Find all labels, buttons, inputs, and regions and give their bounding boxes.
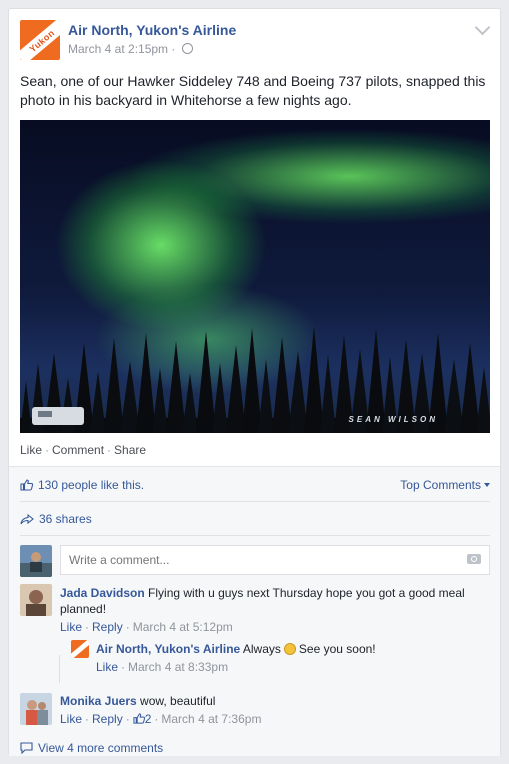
reply-comment: Air North, Yukon's Airline Always See you… bbox=[96, 641, 490, 675]
like-button[interactable]: Like bbox=[20, 443, 42, 457]
comment-likes[interactable]: 2 bbox=[133, 712, 152, 726]
reply-page-avatar[interactable] bbox=[71, 640, 89, 658]
reply-text-after: See you soon! bbox=[298, 642, 376, 656]
comment-reply-button[interactable]: Reply bbox=[92, 712, 123, 726]
reply-like-button[interactable]: Like bbox=[96, 660, 118, 674]
post-meta: March 4 at 2:15pm · bbox=[68, 42, 193, 56]
action-separator: · bbox=[125, 620, 130, 634]
comment-reply-button[interactable]: Reply bbox=[92, 620, 123, 634]
avatar-ribbon bbox=[71, 640, 89, 658]
reply-author-link[interactable]: Air North, Yukon's Airline bbox=[96, 642, 240, 656]
divider bbox=[20, 535, 490, 536]
action-separator: · bbox=[154, 712, 159, 726]
likes-count-link[interactable]: 130 people like this. bbox=[38, 478, 144, 492]
comment-author-link[interactable]: Monika Juers bbox=[60, 694, 137, 708]
comment-actions: Like · Reply · 2 · March 4 at 7:36pm bbox=[60, 711, 490, 727]
post-header: Yukon Air North, Yukon's Airline March 4… bbox=[20, 19, 491, 64]
top-comments-dropdown[interactable]: Top Comments bbox=[400, 478, 490, 492]
reply-timestamp[interactable]: March 4 at 8:33pm bbox=[128, 660, 228, 674]
comment-author-link[interactable]: Jada Davidson bbox=[60, 586, 145, 600]
likes-row: 130 people like this. Top Comments bbox=[20, 478, 490, 494]
meta-separator: · bbox=[171, 42, 176, 56]
post-actions: Like · Comment · Share bbox=[20, 443, 146, 457]
page-name-link[interactable]: Air North, Yukon's Airline bbox=[68, 22, 236, 38]
comment-input[interactable] bbox=[61, 546, 467, 574]
comment-timestamp[interactable]: March 4 at 5:12pm bbox=[133, 620, 233, 634]
share-button[interactable]: Share bbox=[114, 443, 146, 457]
photo-watermark: SEAN WILSON bbox=[348, 415, 438, 424]
chevron-down-icon[interactable] bbox=[474, 19, 491, 36]
view-more-comments-link[interactable]: View 4 more comments bbox=[20, 741, 163, 757]
thumbs-up-icon bbox=[133, 713, 145, 724]
comment-bubble-icon bbox=[20, 742, 33, 757]
comment-like-button[interactable]: Like bbox=[60, 712, 82, 726]
shares-count-link[interactable]: 36 shares bbox=[39, 512, 92, 526]
reply-indent-line bbox=[59, 655, 60, 683]
comment-text: wow, beautiful bbox=[140, 694, 216, 708]
globe-icon bbox=[181, 43, 193, 54]
reply-text-before: Always bbox=[242, 642, 281, 656]
comment-button[interactable]: Comment bbox=[52, 443, 104, 457]
page-avatar[interactable]: Yukon bbox=[20, 20, 60, 60]
post-photo[interactable]: SEAN WILSON bbox=[20, 120, 490, 433]
page-logo: Yukon bbox=[20, 20, 60, 60]
comment-input-box bbox=[60, 545, 490, 575]
post-text: Sean, one of our Hawker Siddeley 748 and… bbox=[20, 73, 486, 108]
comment-actions: Like · Reply · March 4 at 5:12pm bbox=[60, 619, 490, 635]
divider bbox=[20, 501, 490, 502]
action-separator: · bbox=[85, 712, 90, 726]
camera-icon[interactable] bbox=[467, 554, 481, 564]
comment-like-button[interactable]: Like bbox=[60, 620, 82, 634]
view-more-label: View 4 more comments bbox=[38, 741, 164, 755]
current-user-avatar[interactable] bbox=[20, 545, 52, 577]
comment: Jada Davidson Flying with u guys next Th… bbox=[60, 585, 490, 635]
comment-like-count: 2 bbox=[144, 712, 152, 726]
action-separator: · bbox=[125, 712, 130, 726]
comment: Monika Juers wow, beautiful Like · Reply · 2… bbox=[60, 693, 490, 727]
action-separator: · bbox=[45, 443, 50, 457]
action-separator: · bbox=[107, 443, 112, 457]
caret-down-icon bbox=[484, 483, 490, 487]
action-separator: · bbox=[121, 660, 126, 674]
comment-timestamp[interactable]: March 4 at 7:36pm bbox=[161, 712, 261, 726]
commenter-avatar[interactable] bbox=[20, 693, 52, 725]
share-arrow-icon bbox=[20, 513, 34, 528]
action-separator: · bbox=[85, 620, 90, 634]
shares-row: 36 shares bbox=[20, 512, 92, 528]
sort-label: Top Comments bbox=[400, 478, 481, 492]
thumbs-up-icon bbox=[20, 479, 34, 494]
post-card: Yukon Air North, Yukon's Airline March 4… bbox=[8, 8, 501, 756]
commenter-avatar[interactable] bbox=[20, 584, 52, 616]
post-timestamp[interactable]: March 4 at 2:15pm bbox=[68, 42, 168, 56]
post-footer: 130 people like this. Top Comments 36 sh… bbox=[9, 466, 500, 756]
reply-actions: Like · March 4 at 8:33pm bbox=[96, 659, 490, 675]
smiley-icon bbox=[283, 643, 296, 655]
